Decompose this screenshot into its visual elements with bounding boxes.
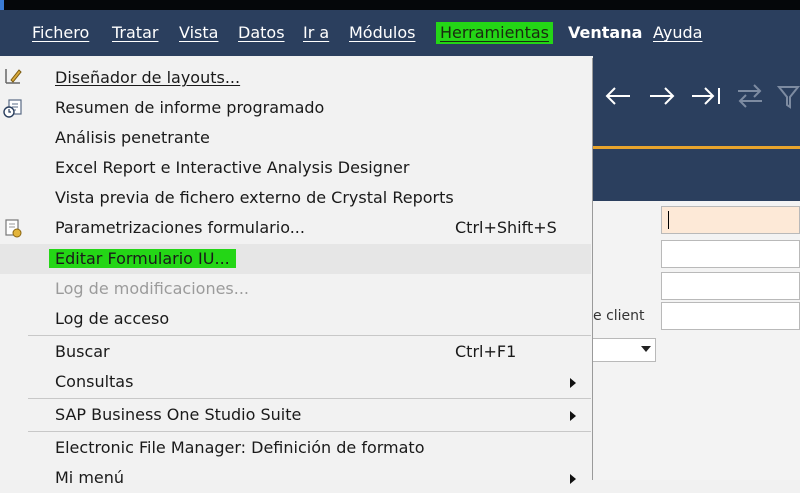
window-edge-accent bbox=[0, 0, 4, 10]
menu-item-label: Consultas bbox=[55, 372, 134, 391]
menu-item-parametrizaciones[interactable]: Parametrizaciones formulario... Ctrl+Shi… bbox=[0, 213, 591, 243]
menu-item-label: Excel Report e Interactive Analysis Desi… bbox=[55, 158, 410, 177]
menu-item-excel-report[interactable]: Excel Report e Interactive Analysis Desi… bbox=[0, 153, 591, 183]
menu-datos[interactable]: Datos bbox=[238, 22, 285, 44]
combo-box[interactable] bbox=[593, 338, 656, 362]
herramientas-dropdown: Diseñador de layouts... Resumen de infor… bbox=[0, 58, 593, 487]
arrow-left-icon[interactable] bbox=[603, 84, 633, 108]
field-label-partial: e client bbox=[593, 308, 645, 324]
menu-item-label: Mi menú bbox=[55, 468, 125, 487]
menu-vista[interactable]: Vista bbox=[179, 22, 218, 44]
menu-item-disenador-layouts[interactable]: Diseñador de layouts... bbox=[0, 63, 591, 93]
menu-item-label: Diseñador de layouts... bbox=[55, 68, 241, 87]
focused-text-field[interactable] bbox=[661, 206, 800, 234]
menu-item-label: Análisis penetrante bbox=[55, 128, 210, 147]
submenu-arrow-icon bbox=[570, 411, 576, 421]
menu-item-log-modificaciones: Log de modificaciones... bbox=[0, 274, 591, 304]
menu-item-resumen-informe[interactable]: Resumen de informe programado bbox=[0, 93, 591, 123]
text-field-4[interactable] bbox=[661, 302, 800, 330]
menu-modulos[interactable]: Módulos bbox=[349, 22, 415, 44]
submenu-arrow-icon bbox=[570, 378, 576, 388]
menu-item-label: Log de modificaciones... bbox=[55, 279, 250, 298]
shortcut-text: Ctrl+F1 bbox=[455, 342, 517, 361]
swap-arrows-icon bbox=[738, 84, 762, 108]
text-field-2[interactable] bbox=[661, 240, 800, 268]
text-caret bbox=[668, 211, 669, 229]
menu-item-consultas[interactable]: Consultas bbox=[0, 367, 591, 397]
title-strip bbox=[0, 0, 800, 10]
menu-item-label: Parametrizaciones formulario... bbox=[55, 218, 305, 237]
menu-separator bbox=[28, 335, 591, 336]
menu-fichero[interactable]: Fichero bbox=[32, 22, 89, 44]
filter-icon bbox=[777, 86, 800, 109]
arrow-right-icon[interactable] bbox=[647, 84, 677, 108]
submenu-arrow-icon bbox=[570, 474, 576, 484]
menu-item-mi-menu[interactable]: Mi menú bbox=[0, 463, 591, 493]
shortcut-text: Ctrl+Shift+S bbox=[455, 218, 557, 237]
menu-herramientas[interactable]: Herramientas bbox=[436, 22, 553, 44]
menu-item-label: Log de acceso bbox=[55, 309, 170, 328]
menu-item-label: Resumen de informe programado bbox=[55, 98, 325, 117]
menu-item-editar-formulario[interactable]: Editar Formulario IU... bbox=[0, 244, 591, 274]
menu-item-studio-suite[interactable]: SAP Business One Studio Suite bbox=[0, 400, 591, 430]
form-header-bar bbox=[593, 149, 800, 201]
menu-item-label: Buscar bbox=[55, 342, 110, 361]
menu-separator bbox=[28, 398, 591, 399]
menu-item-label: SAP Business One Studio Suite bbox=[55, 405, 302, 424]
menu-item-electronic-file-manager[interactable]: Electronic File Manager: Definición de f… bbox=[0, 433, 591, 463]
chevron-down-icon bbox=[641, 346, 651, 352]
menu-ventana[interactable]: Ventana bbox=[568, 22, 642, 44]
menu-separator bbox=[28, 431, 591, 432]
menu-ayuda[interactable]: Ayuda bbox=[653, 22, 702, 44]
menu-item-analisis-penetrante[interactable]: Análisis penetrante bbox=[0, 123, 591, 153]
menu-item-label: Editar Formulario IU... bbox=[49, 249, 236, 268]
arrow-to-end-icon[interactable] bbox=[689, 84, 723, 108]
menu-item-buscar[interactable]: Buscar Ctrl+F1 bbox=[0, 337, 591, 367]
menu-item-label: Vista previa de fichero externo de Cryst… bbox=[55, 188, 454, 207]
menu-item-vista-previa-crystal[interactable]: Vista previa de fichero externo de Cryst… bbox=[0, 183, 591, 213]
toolbar bbox=[593, 56, 800, 146]
menu-item-log-acceso[interactable]: Log de acceso bbox=[0, 304, 591, 334]
menu-ir-a[interactable]: Ir a bbox=[303, 22, 329, 44]
menu-item-label: Electronic File Manager: Definición de f… bbox=[55, 438, 425, 457]
menu-bar: Fichero Tratar Vista Datos Ir a Módulos … bbox=[0, 10, 800, 56]
menu-tratar[interactable]: Tratar bbox=[112, 22, 158, 44]
text-field-3[interactable] bbox=[661, 272, 800, 300]
